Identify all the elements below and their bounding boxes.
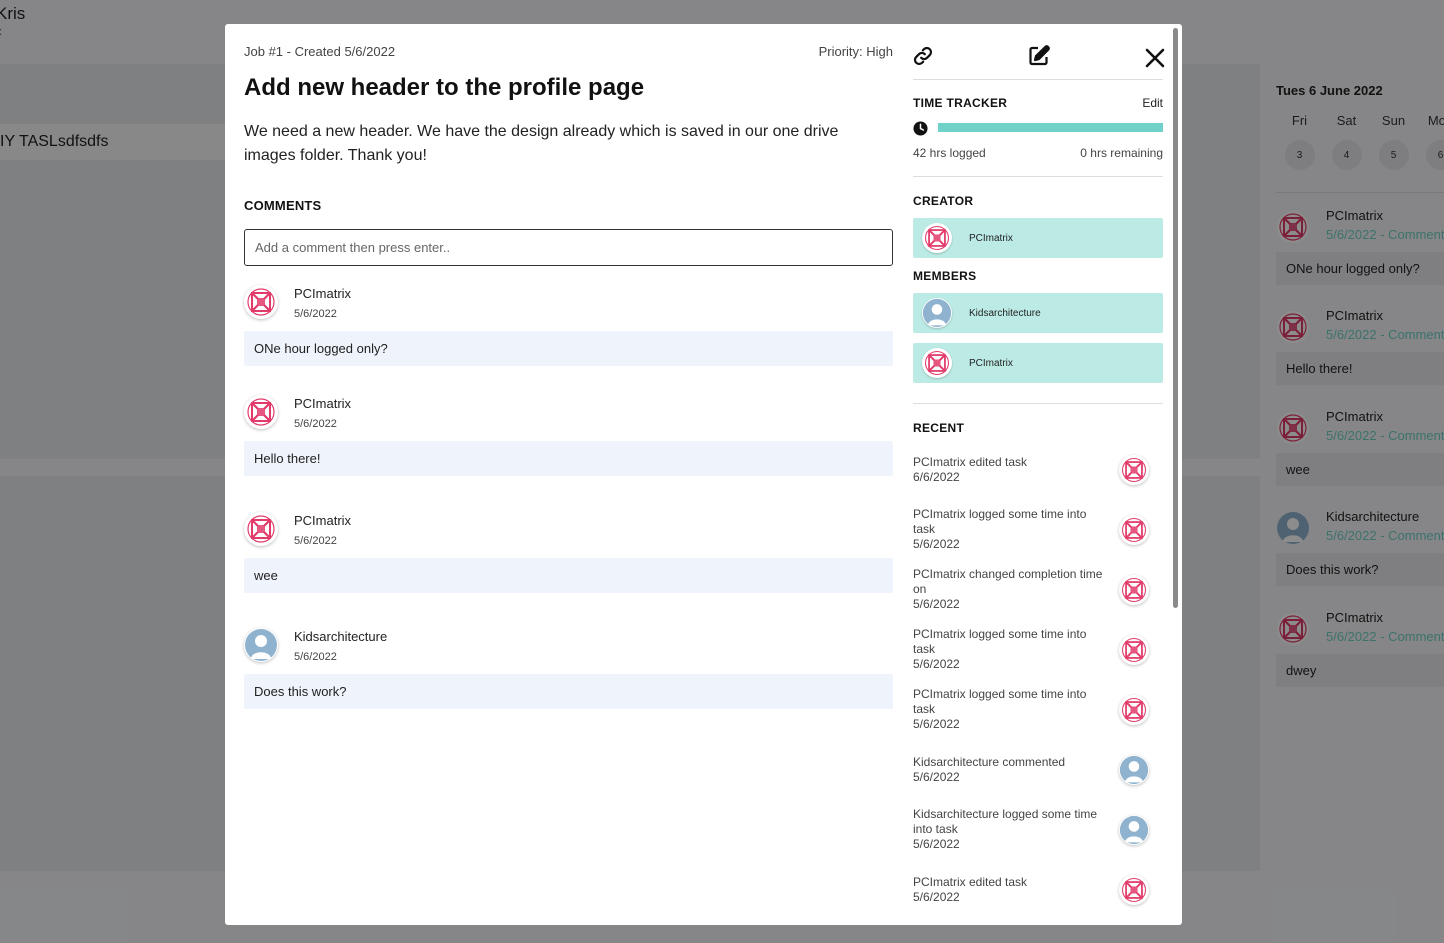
pcimatrix-logo-icon xyxy=(244,285,278,319)
recent-activity-item: PCImatrix edited task 5/6/2022 xyxy=(913,875,1163,905)
recent-activity-item: PCImatrix edited task 6/6/2022 xyxy=(913,455,1163,485)
time-logged: 42 hrs logged xyxy=(913,146,986,160)
members-heading: MEMBERS xyxy=(913,269,977,283)
member-chip[interactable]: Kidsarchitecture xyxy=(913,293,1163,333)
comment-author: PCImatrix xyxy=(294,396,352,411)
comment-item: PCImatrix 5/6/2022 wee xyxy=(244,512,893,593)
comment-text: Does this work? xyxy=(244,674,893,709)
pcimatrix-logo-icon xyxy=(1119,875,1149,905)
edit-icon[interactable] xyxy=(1026,43,1052,69)
activity-date: 6/6/2022 xyxy=(913,470,960,484)
pcimatrix-logo-icon xyxy=(922,223,952,253)
comment-text: wee xyxy=(244,558,893,593)
user-silhouette-icon xyxy=(922,298,952,328)
comment-author: PCImatrix xyxy=(294,286,352,301)
user-silhouette-icon xyxy=(1119,815,1149,845)
comment-author: PCImatrix xyxy=(294,513,352,528)
member-chip[interactable]: PCImatrix xyxy=(913,343,1163,383)
activity-text: PCImatrix changed completion time on xyxy=(913,567,1103,596)
time-tracker-heading: TIME TRACKER xyxy=(913,96,1008,110)
activity-text: PCImatrix edited task xyxy=(913,455,1028,469)
close-icon[interactable] xyxy=(1142,45,1168,71)
modal-toolbar xyxy=(910,42,1165,78)
comment-date: 5/6/2022 xyxy=(294,418,337,430)
activity-date: 5/6/2022 xyxy=(913,657,960,671)
creator-heading: CREATOR xyxy=(913,194,974,208)
time-tracker-edit-button[interactable]: Edit xyxy=(1142,96,1163,110)
user-silhouette-icon xyxy=(244,628,278,662)
recent-activity-item: PCImatrix logged some time into task 5/6/… xyxy=(913,687,1163,732)
sidebar-divider xyxy=(913,176,1163,177)
comment-item: Kidsarchitecture 5/6/2022 Does this work? xyxy=(244,628,893,709)
user-silhouette-icon xyxy=(1119,755,1149,785)
member-name: PCImatrix xyxy=(969,357,1013,369)
creator-chip[interactable]: PCImatrix xyxy=(913,218,1163,258)
recent-activity-item: Kidsarchitecture commented 5/6/2022 xyxy=(913,755,1163,785)
recent-activity-item: PCImatrix logged some time into task 5/6/… xyxy=(913,507,1163,552)
comment-item: PCImatrix 5/6/2022 ONe hour logged only? xyxy=(244,285,893,366)
sidebar-divider xyxy=(913,79,1163,80)
activity-date: 5/6/2022 xyxy=(913,717,960,731)
recent-heading: RECENT xyxy=(913,421,965,435)
pcimatrix-logo-icon xyxy=(922,348,952,378)
activity-date: 5/6/2022 xyxy=(913,770,960,784)
pcimatrix-logo-icon xyxy=(244,395,278,429)
priority-label: Priority: High xyxy=(818,44,893,59)
activity-text: PCImatrix logged some time into task xyxy=(913,627,1087,656)
pcimatrix-logo-icon xyxy=(1119,635,1149,665)
task-description: We need a new header. We have the design… xyxy=(244,123,839,164)
modal-scrollbar-thumb[interactable] xyxy=(1173,28,1178,608)
comment-text: Hello there! xyxy=(244,441,893,476)
activity-text: Kidsarchitecture logged some time into t… xyxy=(913,807,1098,836)
activity-date: 5/6/2022 xyxy=(913,837,960,851)
sidebar-divider xyxy=(913,403,1163,404)
job-meta: Job #1 - Created 5/6/2022 xyxy=(244,44,396,59)
activity-date: 5/6/2022 xyxy=(913,597,960,611)
link-icon[interactable] xyxy=(910,43,936,69)
comment-input[interactable] xyxy=(244,229,893,266)
comment-text: ONe hour logged only? xyxy=(244,331,893,366)
time-tracker-progress-fill xyxy=(938,123,1163,132)
comment-date: 5/6/2022 xyxy=(294,535,337,547)
clock-icon xyxy=(913,121,928,136)
pcimatrix-logo-icon xyxy=(1119,575,1149,605)
activity-text: PCImatrix logged some time into task xyxy=(913,507,1087,536)
activity-text: Kidsarchitecture commented xyxy=(913,755,1066,769)
activity-date: 5/6/2022 xyxy=(913,890,960,904)
activity-date: 5/6/2022 xyxy=(913,537,960,551)
recent-activity-item: PCImatrix logged some time into task 5/6/… xyxy=(913,627,1163,672)
pcimatrix-logo-icon xyxy=(1119,695,1149,725)
pcimatrix-logo-icon xyxy=(1119,455,1149,485)
member-name: Kidsarchitecture xyxy=(969,307,1041,319)
comment-date: 5/6/2022 xyxy=(294,651,337,663)
activity-text: PCImatrix logged some time into task xyxy=(913,687,1087,716)
comment-item: PCImatrix 5/6/2022 Hello there! xyxy=(244,395,893,476)
task-modal: Job #1 - Created 5/6/2022 Priority: High… xyxy=(225,24,1182,925)
task-title: Add new header to the profile page xyxy=(244,74,645,101)
comment-author: Kidsarchitecture xyxy=(294,629,388,644)
pcimatrix-logo-icon xyxy=(244,512,278,546)
creator-name: PCImatrix xyxy=(969,232,1013,244)
comment-date: 5/6/2022 xyxy=(294,308,337,320)
time-remaining: 0 hrs remaining xyxy=(1080,146,1163,160)
recent-activity-item: Kidsarchitecture logged some time into t… xyxy=(913,807,1163,852)
pcimatrix-logo-icon xyxy=(1119,515,1149,545)
comments-heading: COMMENTS xyxy=(244,198,322,213)
recent-activity-item: PCImatrix changed completion time on 5/6/… xyxy=(913,567,1163,612)
activity-text: PCImatrix edited task xyxy=(913,875,1028,889)
time-tracker-progress xyxy=(938,123,1163,132)
